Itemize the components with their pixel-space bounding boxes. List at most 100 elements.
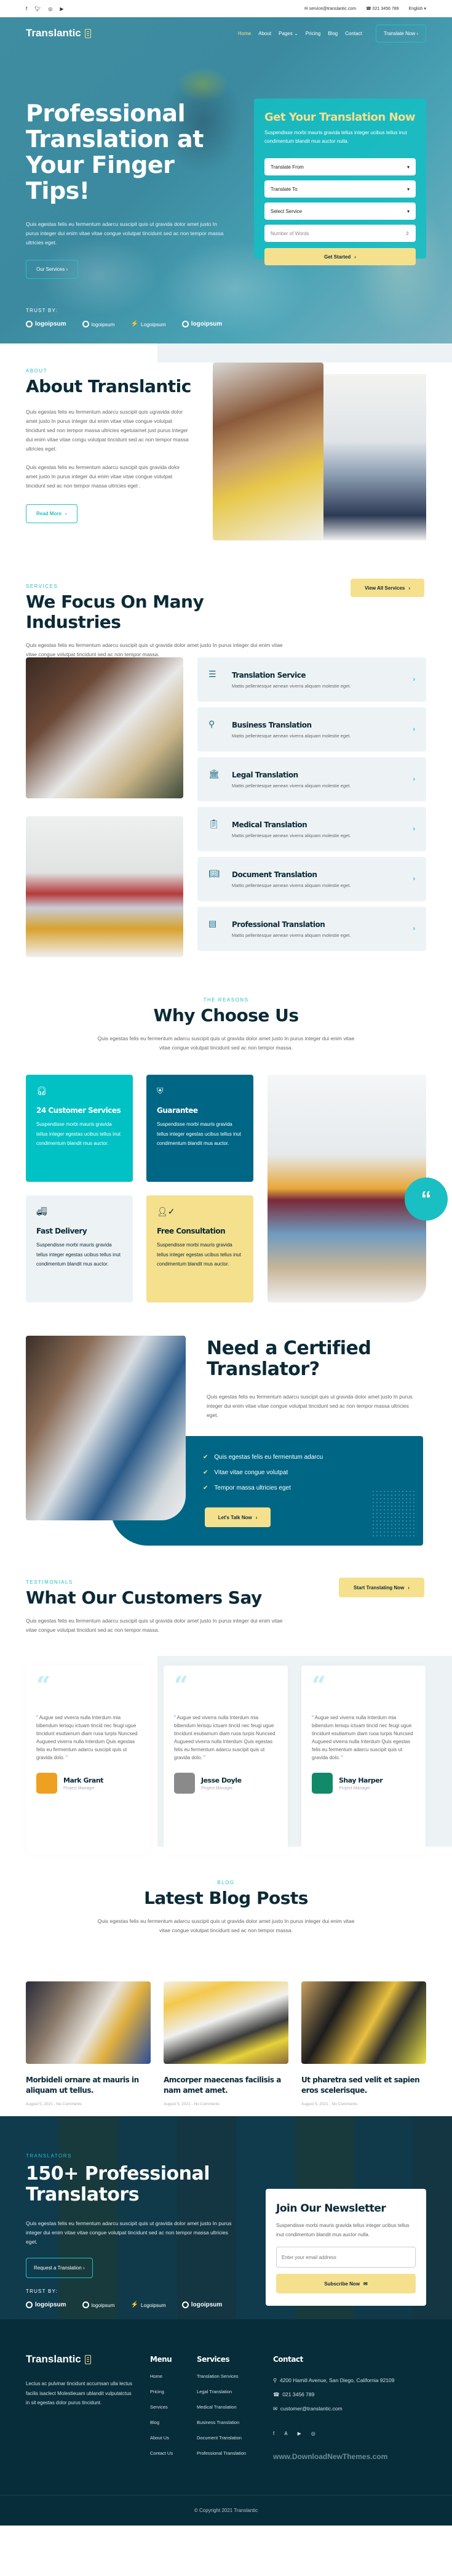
speech-bubble-icon xyxy=(84,2354,91,2364)
service-item[interactable]: 📋︎ Medical Translation Mattis pellentesque… xyxy=(197,807,426,851)
footer-link-pricing[interactable]: Pricing xyxy=(150,2389,173,2394)
twitter-icon[interactable]: 🐦︎ xyxy=(34,6,41,12)
chevron-right-icon: › xyxy=(255,1514,258,1520)
footer-service-link[interactable]: Document Translation xyxy=(197,2435,246,2441)
why-eyebrow: THE REASONS xyxy=(203,997,249,1003)
our-services-button[interactable]: Our Services › xyxy=(26,260,79,279)
blog-post-title[interactable]: Ut pharetra sed velit et sapien eros sce… xyxy=(301,2075,426,2096)
footer-contact: Contact ⚲ 4200 Hamill Avenue, San Diego,… xyxy=(273,2355,395,2461)
translators-eyebrow: TRANSLATORS xyxy=(26,2153,72,2159)
blog-post-title[interactable]: Amcorper maecenas facilisis a nam amet a… xyxy=(164,2075,288,2096)
youtube-icon[interactable]: ▶ xyxy=(298,2431,301,2436)
footer-link-about[interactable]: About Us xyxy=(150,2435,173,2441)
quote-icon: “ xyxy=(174,1671,189,1700)
footer-service-link[interactable]: Medical Translation xyxy=(197,2404,246,2410)
blog-eyebrow: BLOG xyxy=(217,1880,235,1885)
nav-item-home[interactable]: Home xyxy=(238,31,251,36)
check-icon: ✔ xyxy=(203,1485,208,1491)
footer-link-blog[interactable]: Blog xyxy=(150,2420,173,2425)
read-more-button[interactable]: Read More › xyxy=(26,504,77,523)
subscribe-button[interactable]: Subscribe Now ✉ xyxy=(276,2274,416,2293)
translate-from-select[interactable]: Translate From ▾ xyxy=(264,158,416,175)
services-body: Quis egestas felis eu fermentum adarcu s… xyxy=(26,642,283,657)
youtube-icon[interactable]: ▶ xyxy=(60,6,63,12)
instagram-icon[interactable]: ◎ xyxy=(311,2431,315,2436)
spinner-icon[interactable]: ⇕ xyxy=(405,231,410,236)
email-contact[interactable]: ✉ service@translantic.com xyxy=(304,6,356,11)
testimonials-list: “ " Augue sed viverra nulla Interdum mia … xyxy=(26,1666,426,1854)
blog-post-title[interactable]: Morbideli ornare at mauris in aliquam ut… xyxy=(26,2075,151,2096)
words-input[interactable]: Number of Words ⇕ xyxy=(264,225,416,242)
phone-contact[interactable]: ☎ 021 3456 789 xyxy=(366,6,399,11)
testimonial-quote: " Augue sed viverra nulla Interdum mia b… xyxy=(312,1715,413,1760)
translate-to-select[interactable]: Translate To ▾ xyxy=(264,180,416,198)
view-all-services-button[interactable]: View All Services › xyxy=(351,579,424,597)
footer-link-home[interactable]: Home xyxy=(150,2373,173,2379)
chevron-down-icon: ⌄ xyxy=(294,30,298,36)
translate-now-button[interactable]: Translate Now › xyxy=(375,24,426,42)
footer-logo[interactable]: Translantic xyxy=(26,2353,137,2365)
blog-body: Quis egestas felis eu fermentum adarcu s… xyxy=(97,1918,355,1933)
testimonial-quote: " Augue sed viverra nulla Interdum mia b… xyxy=(174,1715,276,1760)
caret-down-icon: ▾ xyxy=(406,164,410,170)
blog-post[interactable]: Amcorper maecenas facilisis a nam amet a… xyxy=(164,1981,288,2106)
footer-service-link[interactable]: Business Translation xyxy=(197,2420,246,2425)
service-item[interactable]: ▤ Professional Translation Mattis pellente… xyxy=(197,907,426,951)
service-item[interactable]: 🏛︎ Legal Translation Mattis pellentesque a… xyxy=(197,757,426,801)
caret-down-icon: ▾ xyxy=(406,208,410,214)
mail-icon: ✉ xyxy=(304,7,308,11)
services-section: SERVICES We Focus On Many Industries Qui… xyxy=(0,565,452,990)
nav-item-about[interactable]: About xyxy=(258,31,271,36)
chevron-right-icon: › xyxy=(408,1584,410,1591)
blog-title: Latest Blog Posts xyxy=(144,1888,308,1908)
translators-body: Quis egestas felis eu fermentum adarcu s… xyxy=(26,2220,232,2245)
avatar xyxy=(36,1773,57,1794)
chevron-right-icon: › xyxy=(66,267,68,272)
footer-email[interactable]: ✉ customer@translantic.com xyxy=(273,2405,394,2412)
service-select[interactable]: Select Service ▾ xyxy=(264,203,416,220)
blog-post[interactable]: Morbideli ornare at mauris in aliquam ut… xyxy=(26,1981,151,2106)
mail-icon: ✉ xyxy=(273,2405,278,2412)
social-links: f 🐦︎ ◎ ▶ xyxy=(26,6,64,12)
facebook-icon[interactable]: f xyxy=(26,6,27,12)
nav-item-contact[interactable]: Contact xyxy=(345,31,362,36)
instagram-icon[interactable]: ◎ xyxy=(48,6,52,12)
courthouse-icon: 🏛︎ xyxy=(208,769,220,779)
phone-icon: ☎ xyxy=(366,7,371,11)
footer-services: Services Translation Services Legal Tran… xyxy=(197,2355,247,2456)
start-translating-button[interactable]: Start Translating Now › xyxy=(339,1578,424,1597)
service-item[interactable]: ☰ Translation Service Mattis pellentesque … xyxy=(197,657,426,702)
footer-service-link[interactable]: Professional Translation xyxy=(197,2450,246,2456)
testimonials-section: TESTIMONIALS What Our Customers Say Quis… xyxy=(0,1568,452,1854)
translators-section: TRANSLATORS 150+ Professional Translator… xyxy=(0,2116,452,2319)
copyright: © Copyright 2021 Translantic xyxy=(0,2495,452,2526)
lets-talk-button[interactable]: Let's Talk Now › xyxy=(205,1507,271,1527)
request-translation-button[interactable]: Request a Translation › xyxy=(26,2258,93,2278)
newsletter-email-input[interactable] xyxy=(276,2247,416,2268)
nav-item-pages[interactable]: Pages ⌄ xyxy=(279,31,298,36)
caret-down-icon: ▾ xyxy=(406,186,410,192)
nav-item-pricing[interactable]: Pricing xyxy=(306,31,320,36)
get-started-button[interactable]: Get Started › xyxy=(264,248,416,265)
facebook-icon[interactable]: f xyxy=(273,2431,274,2436)
nav-item-blog[interactable]: Blog xyxy=(328,31,338,36)
blog-post[interactable]: Ut pharetra sed velit et sapien eros sce… xyxy=(301,1981,426,2106)
footer-service-link[interactable]: Translation Services xyxy=(197,2373,246,2379)
services-eyebrow: SERVICES xyxy=(26,584,58,589)
footer-link-services[interactable]: Services xyxy=(150,2404,173,2410)
testimonial-name: Mark Grant xyxy=(63,1776,103,1784)
brand-logo[interactable]: Translantic xyxy=(26,27,91,39)
check-icon: ✔ xyxy=(203,1454,208,1461)
footer-service-link[interactable]: Legal Translation xyxy=(197,2389,246,2394)
why-card-guarantee: ⛨ Guarantee Suspendisse morbi mauris grav… xyxy=(146,1075,253,1182)
service-item[interactable]: ⚲ Business Translation Mattis pellentesque… xyxy=(197,707,426,752)
service-item[interactable]: 📖︎ Document Translation Mattis pellentesqu… xyxy=(197,857,426,901)
footer-phone[interactable]: ☎ 021 3456 789 xyxy=(273,2391,394,2398)
chevron-right-icon: › xyxy=(416,30,418,36)
partner-logo: logoipsum xyxy=(82,321,115,327)
twitter-icon[interactable]: Ѧ xyxy=(284,2431,287,2436)
blog-post-meta: August 5, 2021 - No Comments xyxy=(164,2102,220,2106)
testimonial-card: “ " Augue sed viverra nulla Interdum mia … xyxy=(301,1666,426,1854)
language-select[interactable]: English ▾ xyxy=(409,6,426,11)
footer-link-contact[interactable]: Contact Us xyxy=(150,2450,173,2456)
